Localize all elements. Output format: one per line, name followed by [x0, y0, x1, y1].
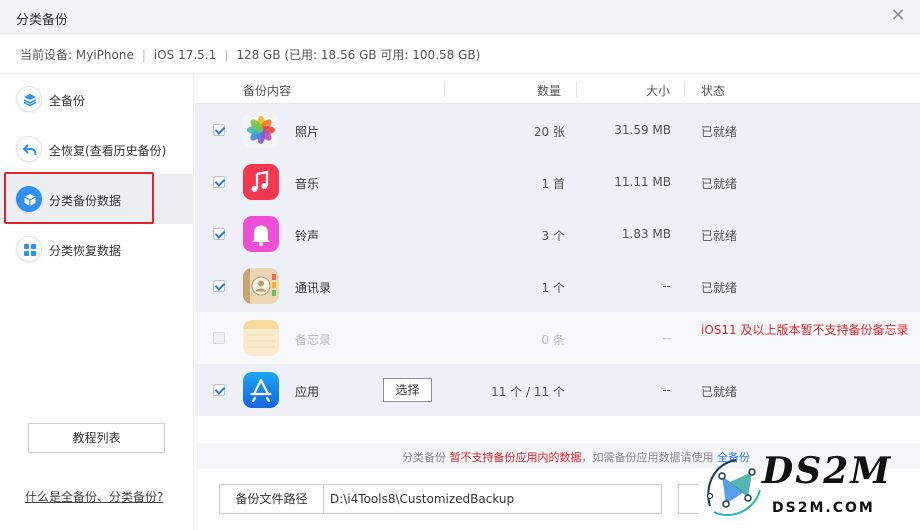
select-apps-button[interactable]: 选择: [383, 378, 432, 402]
row-checkbox[interactable]: [213, 280, 225, 292]
sidebar-item-label: 全备份: [49, 94, 86, 108]
layers-icon: [16, 86, 42, 112]
table-row-ringtones: 铃声 3 个 1.83 MB 已就绪: [195, 208, 920, 260]
table-row-contacts: 通讯录 1 个 -- 已就绪: [195, 260, 920, 312]
row-name: 铃声: [295, 229, 320, 243]
sidebar-item-label: 分类备份数据: [49, 194, 122, 208]
undo-arrow-icon: [16, 136, 42, 162]
notice-text: ，如需备份应用数据请使用: [581, 451, 717, 464]
table-row-music: 音乐 1 首 11.11 MB 已就绪: [195, 156, 920, 208]
title-bar: 分类备份 ✕: [0, 0, 920, 34]
row-size: --: [662, 279, 671, 293]
row-name: 照片: [295, 125, 320, 139]
sidebar-item-full-restore[interactable]: 全恢复(查看历史备份): [0, 124, 194, 174]
row-status: 已就绪: [701, 229, 738, 243]
header-content: 备份内容: [243, 84, 292, 98]
header-count: 数量: [537, 84, 562, 98]
window-title: 分类备份: [16, 13, 69, 28]
notice-warning: 暂不支持备份应用内的数据: [449, 451, 582, 464]
device-name: MyiPhone: [75, 48, 134, 62]
header-size: 大小: [646, 84, 671, 98]
app-store-icon: [243, 372, 279, 408]
device-info-bar: 当前设备: MyiPhone | iOS 17.5.1 | 128 GB (已用: 18…: [0, 34, 920, 74]
separator: |: [224, 48, 229, 62]
row-count: 1 个: [541, 281, 565, 295]
row-status: 已就绪: [701, 177, 738, 191]
row-size: 1.83 MB: [621, 227, 671, 241]
column-divider: [576, 81, 577, 97]
row-count: 3 个: [541, 229, 565, 243]
row-status: 已就绪: [701, 125, 738, 139]
grid-icon: [16, 236, 42, 262]
row-count: 0 条: [541, 333, 565, 347]
watermark-emblem-icon: [706, 459, 761, 516]
backup-path-button[interactable]: 备份文件路径: [220, 485, 324, 513]
sidebar-item-label: 全恢复(查看历史备份): [49, 144, 167, 158]
sidebar: 全备份 全恢复(查看历史备份) 分类备份数据 分类恢复数据: [0, 74, 194, 530]
table-row-notes: 备忘录 0 条 -- iOS11 及以上版本暂不支持备份备忘录: [195, 312, 920, 364]
start-backup-button[interactable]: [678, 484, 698, 514]
row-name: 备忘录: [295, 333, 332, 347]
tutorial-list-button[interactable]: 教程列表: [28, 423, 165, 453]
row-count: 20 张: [533, 125, 565, 139]
notes-app-icon: [243, 320, 279, 356]
row-name: 应用: [295, 385, 320, 399]
cube-icon: [16, 186, 42, 212]
row-status-warning: iOS11 及以上版本暂不支持备份备忘录: [701, 323, 909, 337]
row-count: 11 个 / 11 个: [491, 385, 565, 399]
row-size: --: [662, 331, 671, 345]
row-checkbox: [213, 332, 225, 344]
row-checkbox[interactable]: [213, 124, 225, 136]
watermark-text: DS2M: [762, 450, 893, 492]
device-ios-version: iOS 17.5.1: [153, 48, 217, 62]
row-checkbox[interactable]: [213, 384, 225, 396]
row-name: 音乐: [295, 177, 320, 191]
sidebar-item-category-restore[interactable]: 分类恢复数据: [0, 224, 194, 274]
header-status: 状态: [701, 84, 726, 98]
device-prefix: 当前设备:: [20, 48, 76, 62]
watermark-subtext: DS2M.COM: [772, 500, 875, 516]
column-divider: [444, 81, 445, 97]
row-checkbox[interactable]: [213, 228, 225, 240]
row-name: 通讯录: [295, 281, 332, 295]
row-status: 已就绪: [701, 281, 738, 295]
close-icon[interactable]: ✕: [888, 6, 908, 26]
backup-path-input[interactable]: [330, 485, 660, 513]
table-row-photos: 照片 20 张 31.59 MB 已就绪: [195, 104, 920, 156]
row-size: 11.11 MB: [614, 175, 671, 189]
separator: |: [141, 48, 146, 62]
photos-app-icon: [243, 112, 279, 148]
row-size: 31.59 MB: [614, 123, 671, 137]
contacts-app-icon: [243, 268, 279, 304]
sidebar-item-full-backup[interactable]: 全备份: [0, 74, 194, 124]
music-app-icon: [243, 164, 279, 200]
row-size: --: [662, 383, 671, 397]
watermark-logo: DS2M DS2M.COM: [700, 446, 916, 526]
column-divider: [684, 81, 685, 97]
device-storage: 128 GB (已用: 18.56 GB 可用: 100.58 GB): [236, 48, 481, 62]
sidebar-item-label: 分类恢复数据: [49, 244, 122, 258]
notice-text: 分类备份: [402, 451, 450, 464]
help-link[interactable]: 什么是全备份、分类备份?: [25, 488, 163, 505]
backup-path-bar: 备份文件路径: [219, 484, 662, 514]
row-checkbox[interactable]: [213, 176, 225, 188]
row-count: 1 首: [541, 177, 565, 191]
sidebar-item-category-backup[interactable]: 分类备份数据: [0, 174, 194, 224]
ringtone-bell-icon: [243, 216, 279, 252]
row-status: 已就绪: [701, 385, 738, 399]
table-header: 备份内容 数量 大小 状态: [195, 74, 920, 104]
table-row-apps: 应用 选择 11 个 / 11 个 -- 已就绪: [195, 364, 920, 416]
